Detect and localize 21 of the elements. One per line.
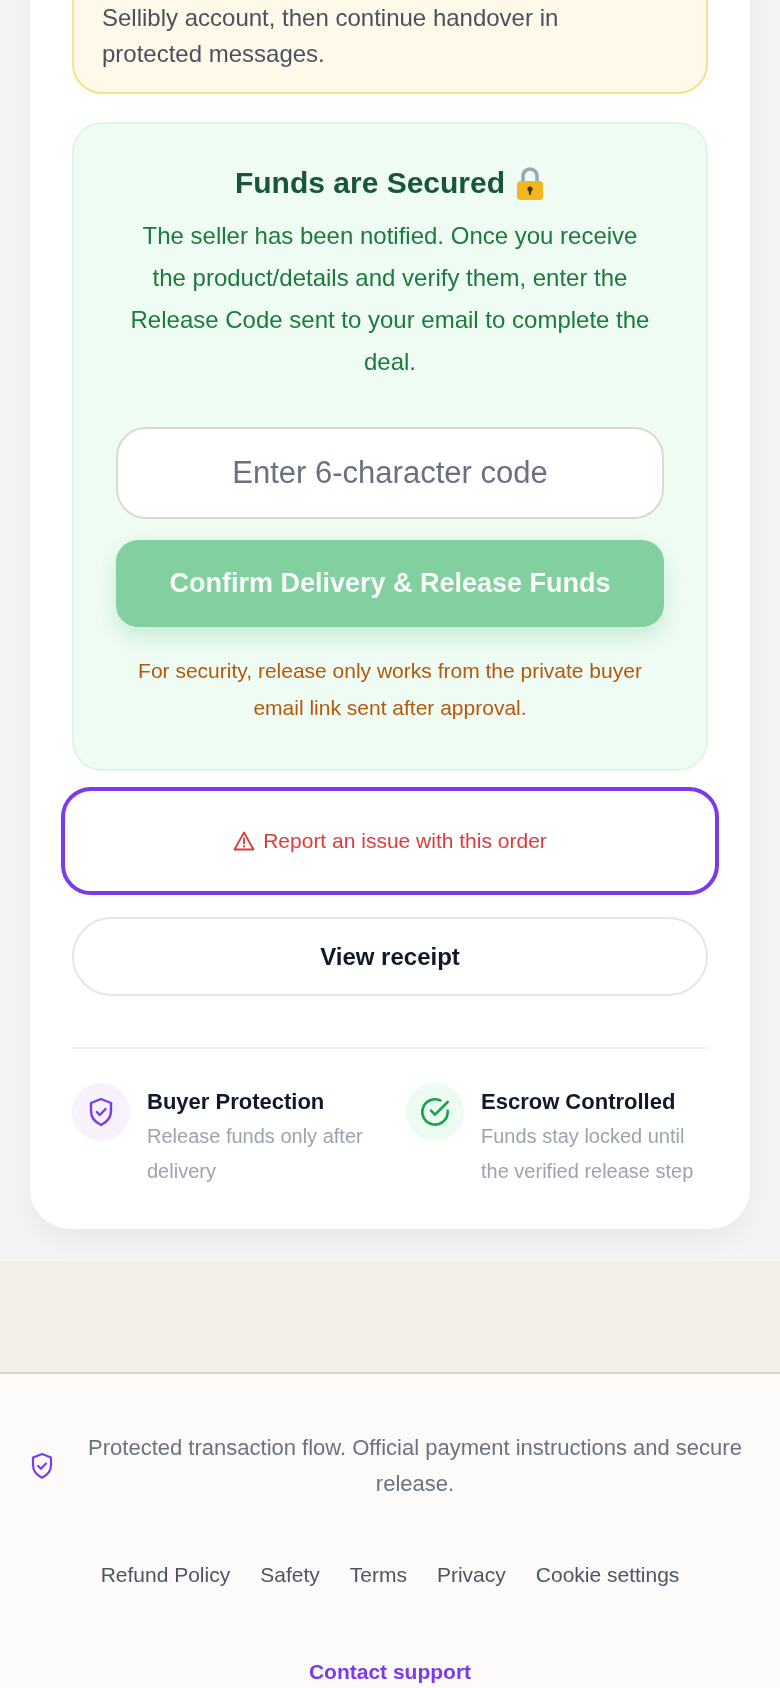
panel-message: The seller has been notified. Once you receive the product/details and verify them, enter the Release Code sent to your email to complete the deal. xyxy=(130,221,650,377)
panel-title: Funds are Secured xyxy=(234,165,506,201)
notice-text: Sellibly account, then continue handover in protected messages. xyxy=(102,3,560,69)
warning-icon xyxy=(233,831,256,851)
footer-link[interactable]: Cookie settings xyxy=(535,1561,680,1589)
footer-link[interactable]: Refund Policy xyxy=(100,1561,231,1589)
feature-title: Buyer Protection xyxy=(147,1088,326,1116)
feature-description: Funds stay locked until the verified release step xyxy=(481,1124,695,1184)
padlock-icon xyxy=(515,165,546,201)
code-input[interactable]: Enter 6-character code xyxy=(116,427,664,519)
footer-link[interactable]: Privacy xyxy=(436,1561,506,1589)
feature-title: Escrow Controlled xyxy=(481,1088,677,1116)
security-note: For security, release only works from the private buyer email link sent after approval. xyxy=(137,658,643,721)
footer-link[interactable]: Safety xyxy=(260,1561,320,1589)
view-receipt-button[interactable]: View receipt xyxy=(72,917,708,996)
shield-check-icon xyxy=(30,1452,54,1480)
footer-notice: Protected transaction flow. Official payment instructions and secure release. xyxy=(87,1434,743,1498)
feature-description: Release funds only after delivery xyxy=(147,1124,364,1184)
contact-support-link[interactable]: Contact support xyxy=(308,1659,472,1685)
report-issue-button[interactable]: Report an issue with this order xyxy=(61,787,719,895)
footer-link[interactable]: Terms xyxy=(349,1561,407,1589)
